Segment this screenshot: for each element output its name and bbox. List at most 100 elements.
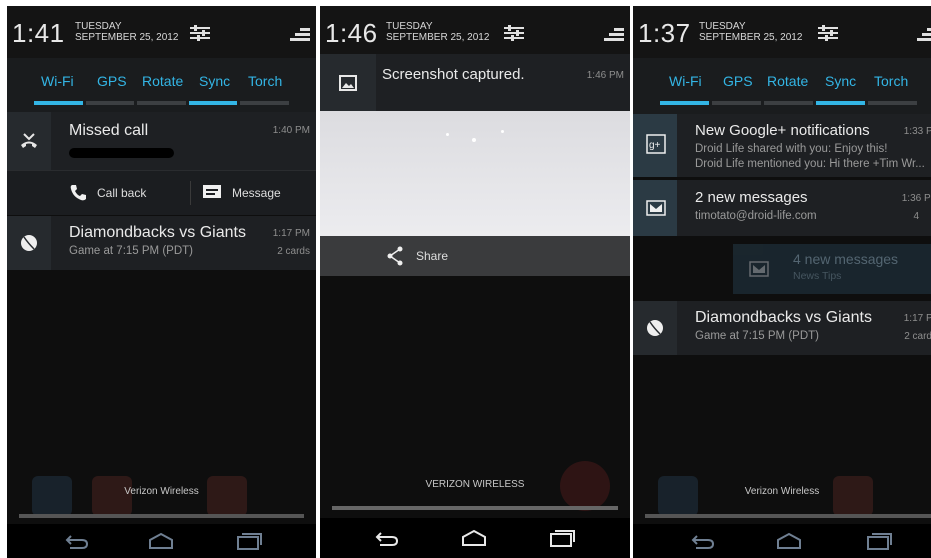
home-icon[interactable] bbox=[775, 531, 803, 551]
toggle-wifi[interactable]: Wi-Fi bbox=[669, 73, 702, 89]
clear-all-icon[interactable] bbox=[917, 28, 931, 42]
back-icon[interactable] bbox=[688, 531, 716, 551]
notification-shade-2: 1:46 TUESDAY SEPTEMBER 25, 2012 Screensh… bbox=[320, 6, 630, 558]
shade-drag-handle[interactable] bbox=[645, 514, 931, 518]
notification-time: 1:17 PM bbox=[903, 313, 931, 324]
shade-header: 1:37 TUESDAY SEPTEMBER 25, 2012 bbox=[633, 6, 931, 58]
expanded-messages-ghost[interactable]: 4 new messages News Tips bbox=[733, 244, 931, 294]
svg-text:g+: g+ bbox=[649, 140, 661, 151]
shade-drag-handle[interactable] bbox=[332, 506, 618, 510]
missed-call-actions: Call back Message bbox=[7, 170, 316, 215]
toggle-wifi[interactable]: Wi-Fi bbox=[41, 73, 74, 89]
clock: 1:46 bbox=[325, 18, 378, 48]
notification-subtitle: Game at 7:15 PM (PDT) bbox=[69, 245, 193, 257]
shade-header: 1:46 TUESDAY SEPTEMBER 25, 2012 bbox=[320, 6, 630, 58]
toggle-gps[interactable]: GPS bbox=[723, 73, 753, 89]
screenshot-notification[interactable]: Screenshot captured. 1:46 PM bbox=[320, 54, 630, 111]
notification-title: Missed call bbox=[69, 122, 149, 139]
phone-icon bbox=[70, 185, 86, 201]
message-icon bbox=[203, 185, 221, 198]
notification-time: 1:36 PM bbox=[901, 193, 931, 204]
shade-drag-handle[interactable] bbox=[19, 514, 304, 518]
recent-apps-icon[interactable] bbox=[548, 528, 576, 548]
date-label: SEPTEMBER 25, 2012 bbox=[699, 32, 803, 43]
notification-title: 2 new messages bbox=[695, 189, 808, 206]
notification-subtitle: Game at 7:15 PM (PDT) bbox=[695, 330, 819, 342]
quick-settings-icon[interactable] bbox=[818, 24, 838, 42]
quick-toggles: Wi-Fi GPS Rotate Sync Torch bbox=[633, 58, 931, 114]
quick-settings-icon[interactable] bbox=[190, 24, 210, 42]
mail-icon bbox=[646, 200, 666, 216]
quick-settings-icon[interactable] bbox=[504, 24, 524, 42]
back-icon[interactable] bbox=[62, 531, 90, 551]
screenshot-preview[interactable] bbox=[320, 111, 630, 236]
notification-shade-3: 1:37 TUESDAY SEPTEMBER 25, 2012 Wi-Fi GP… bbox=[633, 6, 931, 558]
toggle-rotate[interactable]: Rotate bbox=[767, 73, 808, 89]
day-label: TUESDAY bbox=[386, 21, 433, 32]
notification-line-1: Droid Life shared with you: Enjoy this! bbox=[695, 143, 888, 155]
notification-count: 2 cards bbox=[277, 246, 310, 257]
navigation-bar bbox=[7, 524, 316, 558]
date-block: TUESDAY SEPTEMBER 25, 2012 bbox=[386, 21, 489, 43]
google-plus-icon: g+ bbox=[646, 134, 666, 154]
screenshot-actions: Share bbox=[320, 236, 630, 276]
navigation-bar bbox=[633, 524, 931, 558]
notification-shade-1: 1:41 TUESDAY SEPTEMBER 25, 2012 Wi-Fi GP… bbox=[7, 6, 316, 558]
notification-count: 2 cards bbox=[904, 331, 931, 342]
baseball-icon bbox=[21, 235, 37, 251]
redacted-number bbox=[69, 148, 174, 158]
share-icon bbox=[387, 246, 403, 266]
toggle-torch[interactable]: Torch bbox=[248, 73, 282, 89]
google-plus-notification[interactable]: g+ New Google+ notifications 1:33 PM Dro… bbox=[633, 114, 931, 177]
toggle-sync[interactable]: Sync bbox=[199, 73, 230, 89]
toggle-sync[interactable]: Sync bbox=[825, 73, 856, 89]
home-icon[interactable] bbox=[147, 531, 175, 551]
action-divider bbox=[190, 181, 191, 205]
preview-dot bbox=[446, 133, 449, 136]
clock: 1:41 bbox=[12, 18, 65, 48]
clear-all-icon[interactable] bbox=[290, 28, 310, 42]
notification-time: 1:46 PM bbox=[586, 70, 624, 81]
toggle-rotate[interactable]: Rotate bbox=[142, 73, 183, 89]
call-back-button[interactable]: Call back bbox=[97, 186, 146, 200]
toggle-indicators bbox=[660, 101, 917, 105]
home-icon[interactable] bbox=[460, 528, 488, 548]
preview-dot bbox=[472, 138, 476, 142]
notification-time: 1:33 PM bbox=[903, 126, 931, 137]
missed-call-icon bbox=[21, 133, 37, 148]
date-label: SEPTEMBER 25, 2012 bbox=[75, 32, 179, 43]
baseball-icon bbox=[647, 320, 663, 336]
toggle-torch[interactable]: Torch bbox=[874, 73, 908, 89]
quick-toggles: Wi-Fi GPS Rotate Sync Torch bbox=[7, 58, 316, 114]
mail-icon bbox=[749, 261, 769, 277]
notification-subtitle: timotato@droid-life.com bbox=[695, 210, 817, 222]
notification-title: Diamondbacks vs Giants bbox=[695, 309, 872, 326]
carrier-label: Verizon Wireless bbox=[744, 486, 820, 497]
notification-title: Diamondbacks vs Giants bbox=[69, 224, 246, 241]
share-button[interactable]: Share bbox=[416, 249, 448, 263]
image-icon bbox=[339, 75, 357, 91]
shade-header: 1:41 TUESDAY SEPTEMBER 25, 2012 bbox=[7, 6, 316, 58]
navigation-bar bbox=[320, 518, 630, 558]
recent-apps-icon[interactable] bbox=[235, 531, 263, 551]
back-icon[interactable] bbox=[372, 528, 400, 548]
date-label: SEPTEMBER 25, 2012 bbox=[386, 32, 490, 43]
sports-notification[interactable]: Diamondbacks vs Giants Game at 7:15 PM (… bbox=[7, 216, 316, 270]
notification-time: 1:40 PM bbox=[272, 125, 310, 136]
notification-title: New Google+ notifications bbox=[695, 122, 870, 139]
clear-all-icon[interactable] bbox=[604, 28, 624, 42]
sports-notification[interactable]: Diamondbacks vs Giants Game at 7:15 PM (… bbox=[633, 301, 931, 355]
toggle-indicators bbox=[34, 101, 289, 105]
toggle-gps[interactable]: GPS bbox=[97, 73, 127, 89]
message-button[interactable]: Message bbox=[232, 186, 281, 200]
clock: 1:37 bbox=[638, 18, 691, 48]
notification-time: 1:17 PM bbox=[272, 228, 310, 239]
missed-call-notification[interactable]: Missed call 1:40 PM bbox=[7, 112, 316, 170]
ghost-subtitle: News Tips bbox=[793, 270, 842, 282]
recent-apps-icon[interactable] bbox=[865, 531, 893, 551]
carrier-label: Verizon Wireless bbox=[124, 486, 199, 497]
carrier-label: VERIZON WIRELESS bbox=[425, 479, 525, 490]
email-notification[interactable]: 2 new messages 1:36 PM timotato@droid-li… bbox=[633, 180, 931, 236]
preview-dot bbox=[501, 130, 504, 133]
notification-title: Screenshot captured. bbox=[382, 66, 525, 83]
